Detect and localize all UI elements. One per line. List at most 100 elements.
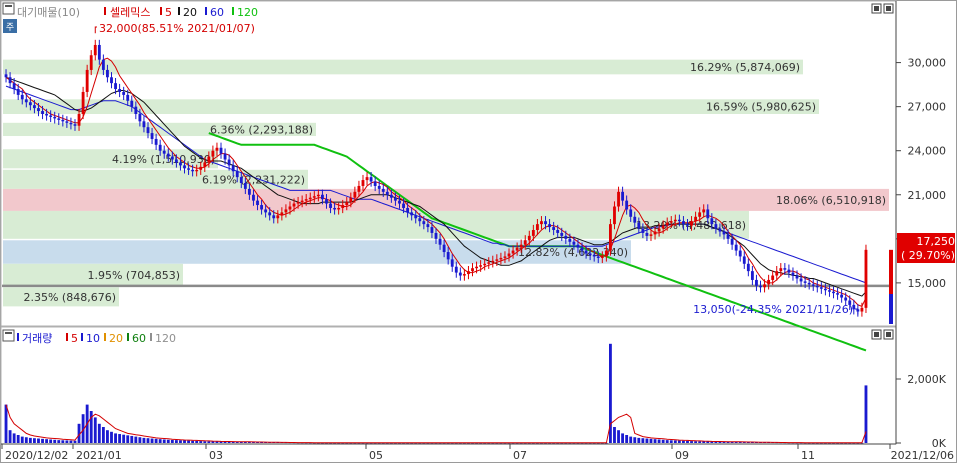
candle-body	[170, 156, 174, 160]
candle-body	[402, 203, 405, 208]
volume-bar	[134, 436, 138, 443]
date-tick-label: 05	[369, 449, 383, 462]
current-price-value: 17,250	[917, 235, 956, 248]
candle-body	[649, 234, 653, 236]
candle-body	[832, 291, 835, 294]
candle-body	[613, 206, 616, 225]
volume-bar	[89, 411, 93, 443]
candle-body	[110, 77, 113, 84]
candle-body	[341, 205, 345, 208]
candle-body	[677, 219, 681, 222]
legend-ma20: 20	[183, 6, 197, 19]
candle-body	[617, 191, 620, 207]
candle-body	[296, 202, 300, 204]
candle-body	[823, 288, 827, 291]
candle-body	[12, 83, 16, 90]
candle-body	[556, 230, 560, 233]
profile-band-label: 18.06% (6,510,918)	[776, 194, 886, 207]
current-price-tag: 17,250 ( 29.70%)	[897, 233, 955, 263]
candle-body	[641, 228, 645, 233]
legend-box-bar	[5, 5, 12, 7]
volume-bar	[93, 417, 97, 443]
volume-bar	[625, 435, 629, 443]
candle-body	[811, 284, 815, 286]
candle-body	[600, 256, 604, 258]
volume-bar	[8, 430, 12, 443]
legend-ma5-marker	[160, 7, 162, 15]
volume-bar	[637, 437, 641, 443]
legend-box[interactable]	[2, 2, 15, 15]
volume-bar	[677, 440, 681, 443]
legend-ma120: 120	[237, 6, 258, 19]
candle-body	[568, 238, 572, 242]
candle-body	[673, 219, 677, 222]
volume-bar	[686, 440, 689, 443]
vol-ma60: 60	[132, 332, 146, 345]
candle-body	[718, 228, 722, 232]
candle-body	[337, 207, 341, 210]
candle-body	[53, 116, 57, 119]
candle-body	[231, 165, 235, 172]
candle-body	[394, 197, 397, 201]
candle-body	[146, 127, 150, 134]
candle-body	[243, 183, 247, 189]
volume-legend-box[interactable]	[2, 329, 15, 342]
volume-bar	[126, 435, 130, 443]
candle-body	[507, 253, 511, 257]
candle-body	[406, 207, 410, 213]
candle-body	[45, 113, 49, 116]
candle-body	[572, 241, 576, 245]
volume-bar	[633, 437, 637, 443]
candle-body	[527, 235, 531, 241]
volume-bar	[73, 440, 77, 443]
candle-body	[633, 216, 637, 223]
candle-body	[223, 153, 227, 160]
candle-body	[771, 275, 775, 280]
candle-body	[61, 119, 65, 122]
volume-bar	[682, 440, 685, 443]
candle-body	[106, 69, 109, 78]
date-tick-label: 03	[209, 449, 223, 462]
candle-body	[207, 156, 211, 163]
candle-body	[385, 191, 389, 195]
volume-close-glyph	[886, 332, 891, 337]
candle-body	[268, 212, 272, 216]
profile-band-label: 2.35% (848,676)	[23, 291, 116, 304]
candle-body	[722, 231, 726, 235]
high-annotation: 32,000(85.51% 2021/01/07)	[99, 22, 255, 35]
candle-body	[162, 150, 166, 154]
volume-bar	[97, 423, 101, 443]
candle-body	[333, 207, 337, 210]
price-tick-label: 27,000	[908, 101, 947, 114]
volume-bar	[101, 427, 105, 443]
candle-body	[795, 275, 799, 279]
price-tick-label: 24,000	[908, 145, 947, 158]
volume-bar	[138, 437, 142, 443]
candle-body	[357, 185, 361, 192]
current-price-bar-low	[889, 294, 893, 324]
candle-body	[227, 159, 231, 166]
candle-body	[531, 230, 535, 236]
volume-bar	[122, 434, 126, 443]
candle-body	[653, 231, 657, 235]
candle-body	[458, 272, 462, 276]
candle-body	[734, 244, 738, 251]
candle-body	[750, 271, 754, 280]
volume-bar	[657, 439, 661, 443]
candle-body	[150, 133, 154, 139]
candle-body	[321, 194, 324, 200]
profile-band-label: 1.95% (704,853)	[87, 269, 180, 282]
volume-bar	[154, 438, 158, 443]
date-tick-label: 2020/12/02	[5, 449, 68, 462]
candle-body	[256, 200, 259, 206]
collapse-icon-glyph: 주	[6, 22, 14, 33]
legend-ma20-marker	[178, 7, 180, 15]
candle-body	[81, 91, 85, 114]
candle-body	[369, 177, 373, 182]
candle-body	[308, 197, 312, 200]
candle-body	[373, 181, 377, 186]
volume-bar	[694, 441, 698, 443]
current-price-change: ( 29.70%)	[901, 249, 955, 262]
volume-maximize-glyph	[874, 332, 879, 337]
volume-bar	[629, 436, 633, 443]
